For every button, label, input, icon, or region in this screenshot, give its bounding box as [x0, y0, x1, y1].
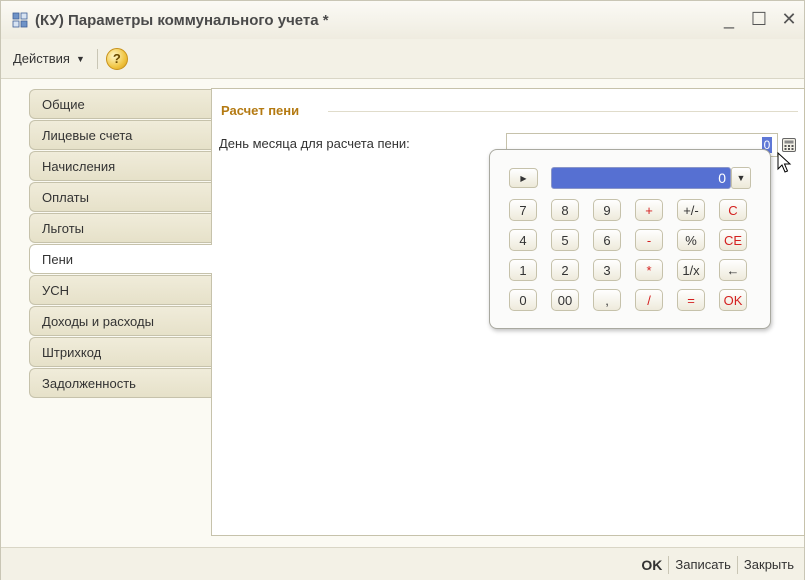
tab-barcode[interactable]: Штрихкод [29, 337, 211, 367]
calc-key-backspace[interactable]: ← [719, 259, 747, 281]
chevron-down-icon: ▼ [75, 53, 85, 64]
tab-accounts[interactable]: Лицевые счета [29, 120, 211, 150]
tab-penalties[interactable]: Пени [29, 244, 212, 274]
tab-payments[interactable]: Оплаты [29, 182, 211, 212]
calc-key-7[interactable]: 7 [509, 199, 537, 221]
mouse-pointer-icon [777, 152, 792, 173]
section-divider [328, 111, 798, 112]
calc-key-9[interactable]: 9 [593, 199, 621, 221]
actions-menu-button[interactable]: Действия ▼ [9, 48, 89, 69]
calculator-menu-button[interactable]: ▶ [509, 168, 538, 188]
footer-bar: OK Записать Закрыть [1, 547, 804, 580]
minimize-button[interactable]: _ [720, 10, 738, 28]
save-button[interactable]: Записать [669, 557, 737, 572]
tab-debt[interactable]: Задолженность [29, 368, 211, 398]
tab-general[interactable]: Общие [29, 89, 211, 119]
calculator-popup: ▶ 0 ▼ 7 8 9 + +/- C 4 5 6 - % CE 1 2 3 *… [489, 149, 771, 329]
tab-benefits[interactable]: Льготы [29, 213, 211, 243]
penalty-day-label: День месяца для расчета пени: [219, 136, 410, 151]
calc-key-2[interactable]: 2 [551, 259, 579, 281]
calc-key-plus[interactable]: + [635, 199, 663, 221]
calc-key-3[interactable]: 3 [593, 259, 621, 281]
tab-income-expenses[interactable]: Доходы и расходы [29, 306, 211, 336]
tab-usn[interactable]: УСН [29, 275, 211, 305]
calc-key-equals[interactable]: = [677, 289, 705, 311]
tab-list: Общие Лицевые счета Начисления Оплаты Ль… [29, 89, 212, 399]
calc-key-8[interactable]: 8 [551, 199, 579, 221]
calc-key-decimal[interactable]: , [593, 289, 621, 311]
ok-button[interactable]: OK [635, 557, 668, 573]
calc-key-negate[interactable]: +/- [677, 199, 705, 221]
calc-key-ok[interactable]: OK [719, 289, 747, 311]
calc-key-clear[interactable]: C [719, 199, 747, 221]
calc-key-reciprocal[interactable]: 1/x [677, 259, 705, 281]
title-bar[interactable]: (КУ) Параметры коммунального учета * _ ☐… [1, 1, 804, 39]
calc-key-5[interactable]: 5 [551, 229, 579, 251]
calc-key-00[interactable]: 00 [551, 289, 579, 311]
window-controls: _ ☐ ✕ [720, 10, 798, 28]
calculator-display: 0 [551, 167, 731, 189]
calc-key-clear-entry[interactable]: CE [719, 229, 747, 251]
calc-key-1[interactable]: 1 [509, 259, 537, 281]
tab-charges[interactable]: Начисления [29, 151, 211, 181]
toolbar: Действия ▼ ? [1, 39, 804, 79]
calculator-dropdown-button[interactable]: ▼ [731, 167, 751, 189]
section-title: Расчет пени [221, 103, 300, 118]
app-icon [11, 11, 29, 29]
close-form-button[interactable]: Закрыть [738, 557, 800, 572]
calc-key-0[interactable]: 0 [509, 289, 537, 311]
calc-key-minus[interactable]: - [635, 229, 663, 251]
triangle-right-icon: ▶ [520, 173, 527, 183]
calc-key-percent[interactable]: % [677, 229, 705, 251]
toolbar-separator [96, 48, 98, 69]
calc-key-6[interactable]: 6 [593, 229, 621, 251]
calc-key-divide[interactable]: / [635, 289, 663, 311]
help-button[interactable]: ? [105, 47, 128, 70]
calc-key-multiply[interactable]: * [635, 259, 663, 281]
calculator-icon [782, 138, 796, 152]
close-button[interactable]: ✕ [780, 10, 798, 28]
actions-label: Действия [13, 51, 70, 66]
window-title: (КУ) Параметры коммунального учета * [35, 11, 329, 29]
chevron-down-icon: ▼ [736, 173, 746, 183]
calc-key-4[interactable]: 4 [509, 229, 537, 251]
maximize-button[interactable]: ☐ [750, 10, 768, 28]
